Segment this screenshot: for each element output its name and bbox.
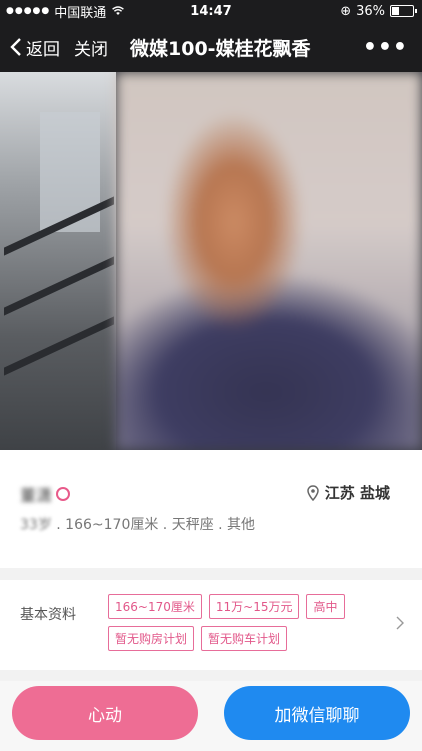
profile-info-card: 董潇 江苏 盐城 33岁 . 166~170厘米 . 天秤座 . 其他 xyxy=(0,450,422,568)
profile-photo-carousel[interactable] xyxy=(0,72,422,450)
rotation-lock-icon: ⊕ xyxy=(340,3,352,19)
add-wechat-button[interactable]: 加微信聊聊 xyxy=(224,686,410,740)
side-photo-preview[interactable] xyxy=(0,72,116,450)
profile-name: 董潇 xyxy=(20,486,53,505)
close-button[interactable]: 关闭 xyxy=(74,35,108,60)
basic-info-label: 基本资料 xyxy=(20,607,76,623)
battery-percent: 36% xyxy=(356,3,385,19)
tag-car-plan: 暂无购车计划 xyxy=(201,626,288,651)
basic-info-tags: 166~170厘米 11万~15万元 高中 暂无购房计划 暂无购车计划 xyxy=(108,594,378,651)
tag-height: 166~170厘米 xyxy=(108,594,202,619)
back-button[interactable]: 返回 xyxy=(10,35,60,60)
tag-education: 高中 xyxy=(306,594,345,619)
more-menu-button[interactable]: ••• xyxy=(363,35,408,60)
chevron-right-icon[interactable] xyxy=(396,616,404,630)
battery-icon xyxy=(390,5,417,17)
wifi-icon xyxy=(112,6,125,15)
location-text: 江苏 盐城 xyxy=(324,484,390,502)
tag-house-plan: 暂无购房计划 xyxy=(108,626,195,651)
carrier-name: 中国联通 xyxy=(54,5,107,21)
profile-meta: 33岁 . 166~170厘米 . 天秤座 . 其他 xyxy=(20,514,255,534)
profile-age: 33岁 xyxy=(20,517,52,533)
verify-badge-icon xyxy=(56,487,71,501)
heart-button[interactable]: 心动 xyxy=(12,686,198,740)
profile-meta-details: . 166~170厘米 . 天秤座 . 其他 xyxy=(51,517,256,533)
back-label: 返回 xyxy=(26,39,60,60)
location: 江苏 盐城 xyxy=(307,482,390,503)
signal-dots-icon: ●●●●● xyxy=(6,6,51,16)
clock-time: 14:47 xyxy=(190,3,232,19)
chevron-left-icon xyxy=(10,38,21,56)
status-bar: ●●●●● 中国联通 14:47 ⊕ 36% xyxy=(0,0,422,22)
main-profile-photo[interactable] xyxy=(116,72,422,450)
nav-bar: 返回 关闭 微媒100-媒桂花飘香 ••• xyxy=(0,22,422,72)
page-title: 微媒100-媒桂花飘香 xyxy=(130,37,311,60)
bottom-action-bar: 心动 加微信聊聊 xyxy=(0,681,422,751)
tag-income: 11万~15万元 xyxy=(208,594,300,619)
location-pin-icon xyxy=(307,484,319,501)
basic-info-row[interactable]: 基本资料 166~170厘米 11万~15万元 高中 暂无购房计划 暂无购车计划 xyxy=(0,580,422,670)
